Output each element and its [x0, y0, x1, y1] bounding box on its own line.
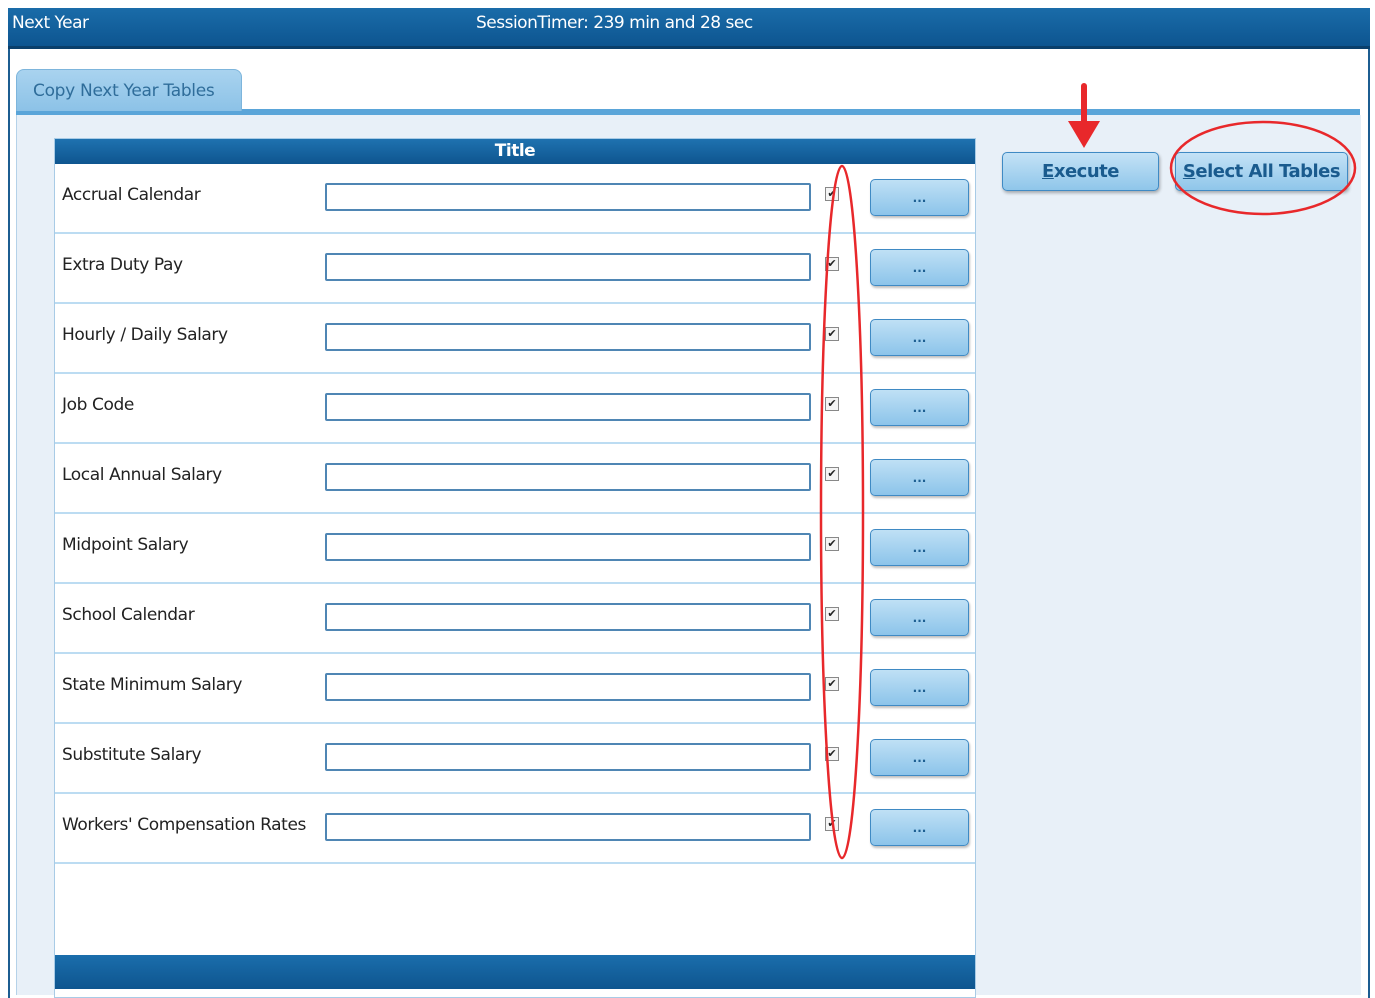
table-row: Substitute Salary ✔ ...: [55, 724, 975, 794]
row-title-input[interactable]: [325, 463, 811, 491]
row-label: Midpoint Salary: [62, 535, 189, 555]
row-label: Accrual Calendar: [62, 185, 201, 205]
row-browse-button[interactable]: ...: [870, 389, 969, 426]
row-label: School Calendar: [62, 605, 195, 625]
row-checkbox[interactable]: ✔: [825, 467, 839, 481]
row-title-input[interactable]: [325, 393, 811, 421]
row-label: Substitute Salary: [62, 745, 202, 765]
execute-label: xecute: [1053, 161, 1120, 182]
row-title-input[interactable]: [325, 743, 811, 771]
row-browse-button[interactable]: ...: [870, 459, 969, 496]
row-checkbox[interactable]: ✔: [825, 747, 839, 761]
row-browse-button[interactable]: ...: [870, 669, 969, 706]
select-all-label: elect All Tables: [1195, 161, 1341, 182]
grid-header-title: Title: [55, 139, 975, 164]
table-row: School Calendar ✔ ...: [55, 584, 975, 654]
row-browse-button[interactable]: ...: [870, 809, 969, 846]
select-all-accel: S: [1182, 161, 1196, 182]
row-title-input[interactable]: [325, 253, 811, 281]
row-checkbox[interactable]: ✔: [825, 677, 839, 691]
row-browse-button[interactable]: ...: [870, 529, 969, 566]
tab-copy-next-year-tables[interactable]: Copy Next Year Tables: [16, 69, 242, 111]
row-browse-button[interactable]: ...: [870, 739, 969, 776]
row-title-input[interactable]: [325, 813, 811, 841]
row-checkbox[interactable]: ✔: [825, 257, 839, 271]
row-browse-button[interactable]: ...: [870, 179, 969, 216]
grid-footer: [55, 955, 975, 989]
row-browse-button[interactable]: ...: [870, 249, 969, 286]
row-title-input[interactable]: [325, 673, 811, 701]
table-row: State Minimum Salary ✔ ...: [55, 654, 975, 724]
table-row: Accrual Calendar ✔ ...: [55, 164, 975, 234]
table-row: Job Code ✔ ...: [55, 374, 975, 444]
table-row: Workers' Compensation Rates ✔ ...: [55, 794, 975, 864]
table-row: Extra Duty Pay ✔ ...: [55, 234, 975, 304]
row-checkbox[interactable]: ✔: [825, 187, 839, 201]
execute-accel: E: [1042, 161, 1054, 182]
row-label: Hourly / Daily Salary: [62, 325, 228, 345]
session-timer: SessionTimer: 239 min and 28 sec: [476, 13, 753, 33]
tables-grid: Title Accrual Calendar ✔ ... Extra Duty …: [54, 138, 976, 998]
row-title-input[interactable]: [325, 603, 811, 631]
row-checkbox[interactable]: ✔: [825, 327, 839, 341]
row-checkbox[interactable]: ✔: [825, 607, 839, 621]
table-row: Hourly / Daily Salary ✔ ...: [55, 304, 975, 374]
table-row: Midpoint Salary ✔ ...: [55, 514, 975, 584]
select-all-tables-button[interactable]: Select All Tables: [1175, 152, 1348, 191]
row-title-input[interactable]: [325, 183, 811, 211]
title-bar: Next Year SessionTimer: 239 min and 28 s…: [8, 8, 1370, 49]
row-browse-button[interactable]: ...: [870, 599, 969, 636]
row-browse-button[interactable]: ...: [870, 319, 969, 356]
row-label: State Minimum Salary: [62, 675, 242, 695]
row-label: Extra Duty Pay: [62, 255, 183, 275]
row-checkbox[interactable]: ✔: [825, 397, 839, 411]
execute-button[interactable]: Execute: [1002, 152, 1159, 191]
row-title-input[interactable]: [325, 533, 811, 561]
table-row: Local Annual Salary ✔ ...: [55, 444, 975, 514]
row-checkbox[interactable]: ✔: [825, 817, 839, 831]
tab-label: Copy Next Year Tables: [33, 81, 215, 101]
row-checkbox[interactable]: ✔: [825, 537, 839, 551]
window-title: Next Year: [12, 13, 89, 33]
row-title-input[interactable]: [325, 323, 811, 351]
row-label: Workers' Compensation Rates: [62, 815, 306, 835]
row-label: Job Code: [62, 395, 134, 415]
row-label: Local Annual Salary: [62, 465, 222, 485]
